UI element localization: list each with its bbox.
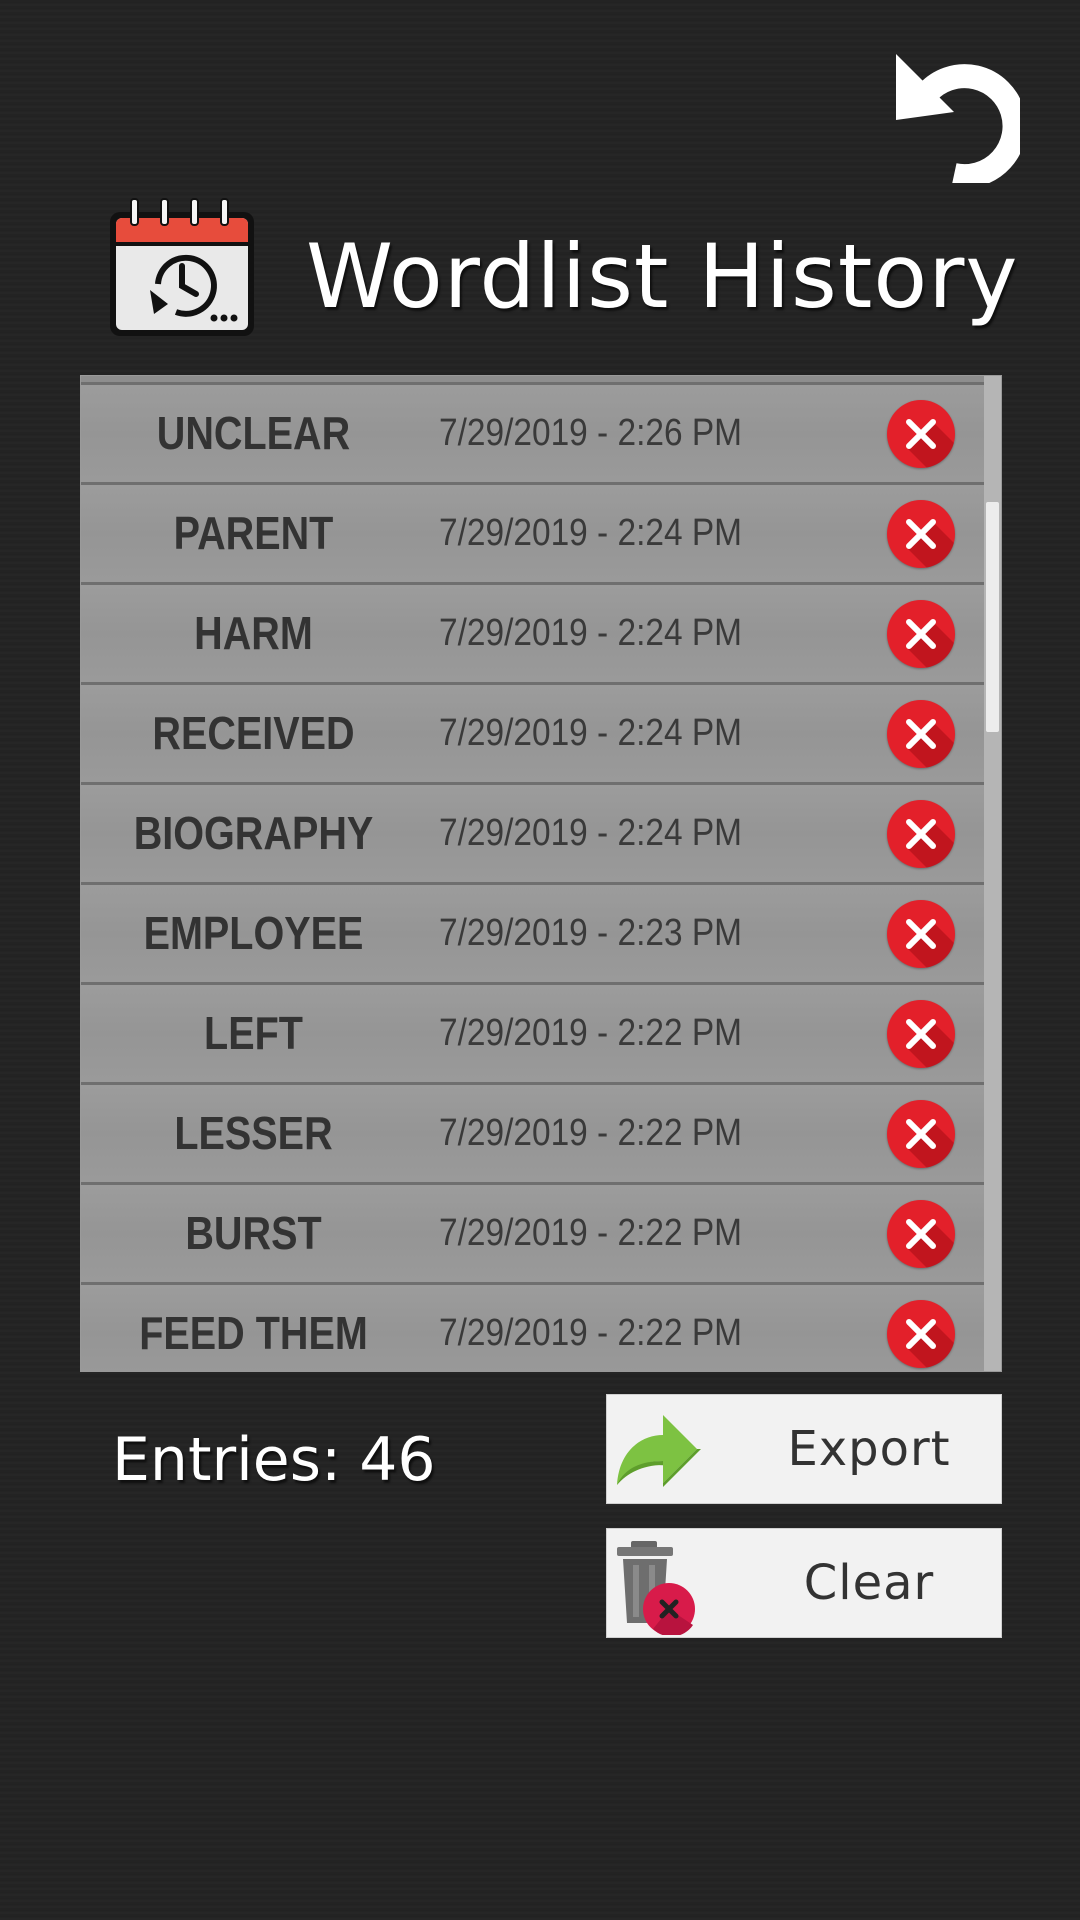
close-circle-icon [906, 619, 955, 668]
delete-entry-button[interactable] [887, 800, 955, 868]
row-word: PARENT [173, 507, 334, 559]
export-label: Export [787, 1421, 951, 1477]
trash-delete-icon [617, 1541, 695, 1635]
row-date: 7/29/2019 - 2:24 PM [439, 612, 743, 654]
row-word: LESSER [174, 1107, 333, 1159]
close-circle-icon [906, 819, 955, 868]
close-circle-icon [906, 1219, 955, 1268]
entries-label: Entries: [112, 1425, 342, 1495]
history-row: EMPLOYEE 7/29/2019 - 2:23 PM [81, 885, 984, 985]
back-button[interactable] [890, 48, 1027, 189]
row-word: UNCLEAR [156, 407, 351, 459]
close-circle-icon [906, 519, 955, 568]
close-circle-icon [906, 719, 955, 768]
delete-entry-button[interactable] [887, 1300, 955, 1368]
close-circle-icon [906, 1319, 955, 1368]
row-date: 7/29/2019 - 2:24 PM [439, 512, 743, 554]
close-circle-icon [906, 419, 955, 468]
calendar-history-icon [106, 194, 258, 340]
delete-entry-button[interactable] [887, 1200, 955, 1268]
history-row: BIOGRAPHY 7/29/2019 - 2:24 PM [81, 785, 984, 885]
close-circle-icon [906, 1019, 955, 1068]
history-row: PARENT 7/29/2019 - 2:24 PM [81, 485, 984, 585]
export-button[interactable]: Export [606, 1394, 1002, 1504]
row-word: BIOGRAPHY [133, 807, 374, 859]
row-word: BURST [185, 1207, 322, 1259]
row-date: 7/29/2019 - 2:22 PM [439, 1312, 743, 1354]
history-row: LEFT 7/29/2019 - 2:22 PM [81, 985, 984, 1085]
row-word: LEFT [204, 1007, 303, 1059]
delete-entry-button[interactable] [887, 500, 955, 568]
delete-entry-button[interactable] [887, 900, 955, 968]
row-date: 7/29/2019 - 2:22 PM [439, 1212, 743, 1254]
row-date: 7/29/2019 - 2:26 PM [439, 412, 743, 454]
row-date: 7/29/2019 - 2:24 PM [439, 712, 743, 754]
close-circle-icon [906, 919, 955, 968]
page-title: Wordlist History [306, 225, 1019, 328]
undo-arrow-icon [896, 54, 1027, 189]
row-date: 7/29/2019 - 2:22 PM [439, 1112, 743, 1154]
clear-label: Clear [803, 1555, 935, 1611]
row-date: 7/29/2019 - 2:23 PM [439, 912, 743, 954]
row-date: 7/29/2019 - 2:22 PM [439, 1012, 743, 1054]
row-word: FEED THEM [139, 1307, 368, 1359]
history-rows: UNCLEAR 7/29/2019 - 2:26 PM PARENT 7/29/201… [81, 385, 984, 1371]
row-word: RECEIVED [152, 707, 355, 759]
entries-count: Entries: 46 [112, 1420, 454, 1500]
history-row: RECEIVED 7/29/2019 - 2:24 PM [81, 685, 984, 785]
row-date: 7/29/2019 - 2:24 PM [439, 812, 743, 854]
row-word: EMPLOYEE [143, 907, 364, 959]
delete-entry-button[interactable] [887, 1100, 955, 1168]
delete-entry-button[interactable] [887, 1000, 955, 1068]
history-row: BURST 7/29/2019 - 2:22 PM [81, 1185, 984, 1285]
share-arrow-icon [617, 1415, 701, 1487]
delete-entry-button[interactable] [887, 400, 955, 468]
close-circle-icon [906, 1119, 955, 1168]
row-word: HARM [194, 607, 313, 659]
history-list[interactable]: UNCLEAR 7/29/2019 - 2:26 PM PARENT 7/29/201… [80, 375, 1002, 1372]
history-row: FEED THEM 7/29/2019 - 2:22 PM [81, 1285, 984, 1371]
history-row: HARM 7/29/2019 - 2:24 PM [81, 585, 984, 685]
history-row: LESSER 7/29/2019 - 2:22 PM [81, 1085, 984, 1185]
entries-value: 46 [359, 1425, 436, 1495]
delete-entry-button[interactable] [887, 700, 955, 768]
clear-button[interactable]: Clear [606, 1528, 1002, 1638]
history-row: UNCLEAR 7/29/2019 - 2:26 PM [81, 385, 984, 485]
delete-entry-button[interactable] [887, 600, 955, 668]
scrollbar-thumb[interactable] [986, 502, 999, 732]
